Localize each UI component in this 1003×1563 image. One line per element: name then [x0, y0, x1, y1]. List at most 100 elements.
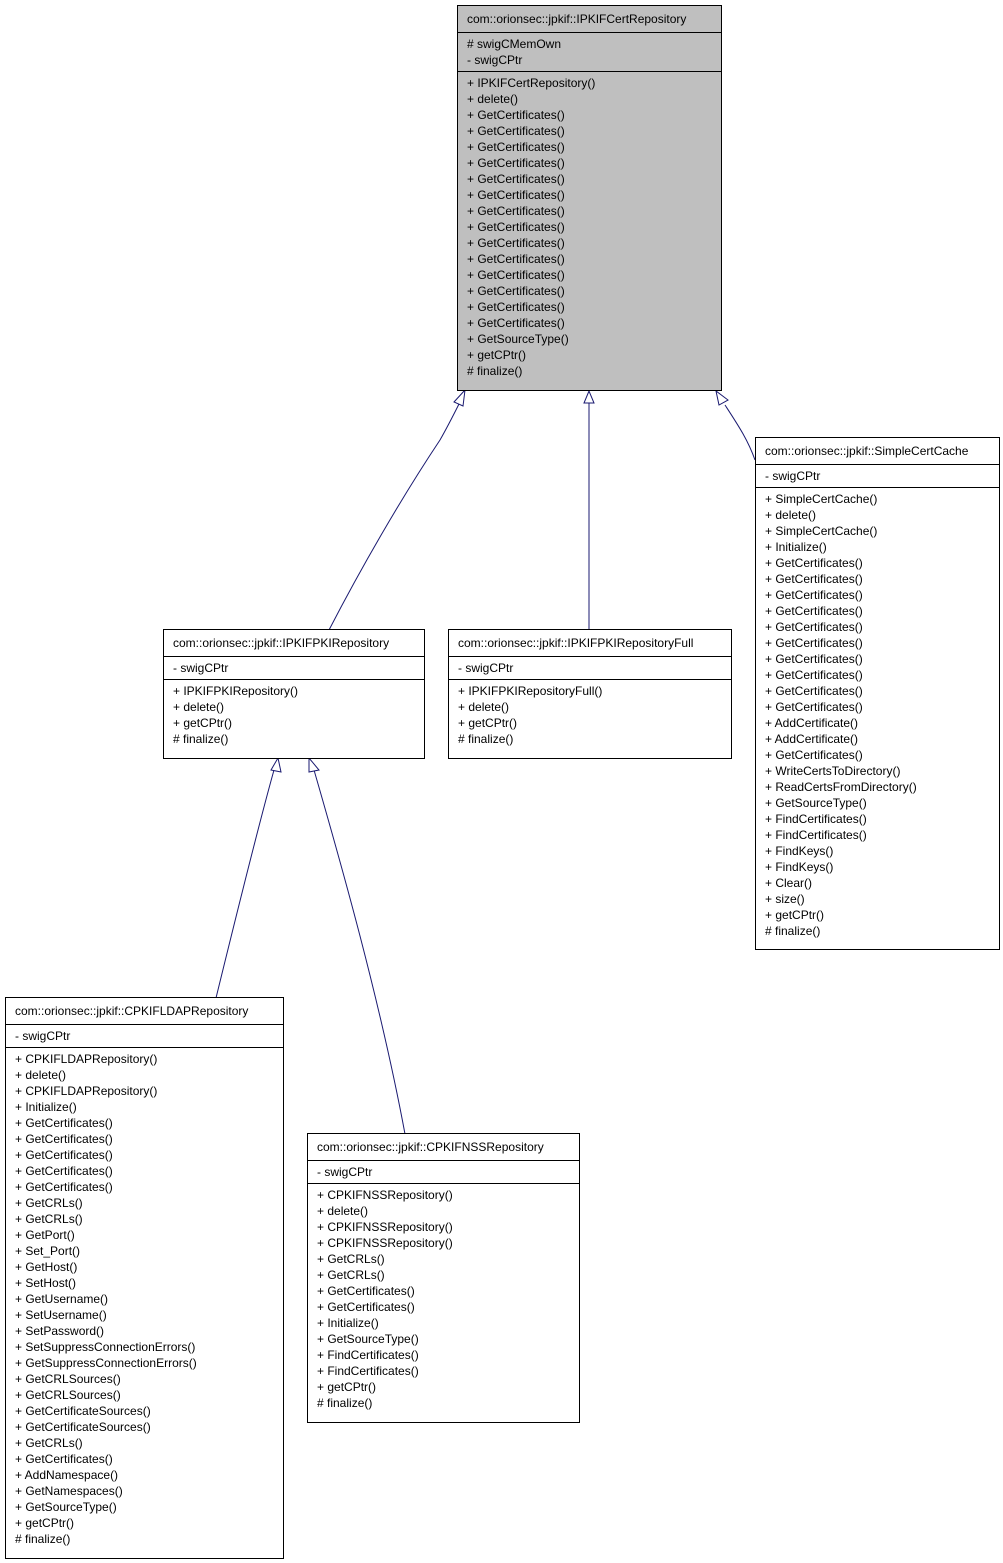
- class-name: com::orionsec::jpkif::CPKIFLDAPRepositor…: [6, 998, 283, 1025]
- operation-row: + AddCertificate(): [765, 716, 859, 730]
- operation-row: + GetUsername(): [15, 1292, 109, 1306]
- operation-row: + SetUsername(): [15, 1308, 107, 1322]
- operation-row: + SetPassword(): [15, 1324, 105, 1338]
- operation-row: + IPKIFCertRepository(): [467, 76, 596, 90]
- operation-row: + GetCertificates(): [467, 156, 565, 170]
- operation-row: + GetCertificates(): [467, 108, 565, 122]
- operation-row: + GetCertificates(): [765, 700, 863, 714]
- class-box-cpkifnssrepository[interactable]: com::orionsec::jpkif::CPKIFNSSRepository…: [307, 1133, 580, 1423]
- operation-row: + GetSourceType(): [317, 1332, 419, 1346]
- attribute-row: # swigCMemOwn: [467, 37, 562, 51]
- operation-row: + GetCertificates(): [317, 1284, 415, 1298]
- operation-row: + Initialize(): [317, 1316, 379, 1330]
- operation-row: # finalize(): [173, 732, 229, 746]
- operation-row: + SimpleCertCache(): [765, 524, 878, 538]
- operation-row: + GetCertificates(): [765, 620, 863, 634]
- operation-row: + GetCertificates(): [15, 1148, 113, 1162]
- operation-row: + Initialize(): [765, 540, 827, 554]
- operations-section: + IPKIFPKIRepository() + delete() + getCPt…: [164, 680, 424, 753]
- attributes-section: - swigCPtr: [756, 465, 999, 488]
- operation-row: + GetCertificates(): [765, 652, 863, 666]
- operation-row: + GetCertificates(): [765, 604, 863, 618]
- operation-row: + GetCertificates(): [765, 556, 863, 570]
- operation-row: + GetCertificates(): [467, 252, 565, 266]
- operation-row: + ReadCertsFromDirectory(): [765, 780, 917, 794]
- operation-row: + delete(): [467, 92, 519, 106]
- operation-row: + CPKIFLDAPRepository(): [15, 1052, 158, 1066]
- operation-row: # finalize(): [458, 732, 514, 746]
- operation-row: + GetCertificates(): [467, 172, 565, 186]
- attribute-row: - swigCPtr: [765, 469, 821, 483]
- operation-row: + GetSourceType(): [765, 796, 867, 810]
- operation-row: + delete(): [173, 700, 225, 714]
- operation-row: + GetCertificates(): [467, 316, 565, 330]
- operation-row: + IPKIFPKIRepositoryFull(): [458, 684, 603, 698]
- operation-row: + GetCertificates(): [467, 220, 565, 234]
- operation-row: + GetPort(): [15, 1228, 75, 1242]
- operation-row: + Clear(): [765, 876, 813, 890]
- operation-row: + GetNamespaces(): [15, 1484, 123, 1498]
- operation-row: + GetCertificates(): [15, 1132, 113, 1146]
- operation-row: + GetCertificates(): [15, 1164, 113, 1178]
- operation-row: + GetCertificates(): [467, 268, 565, 282]
- operation-row: + GetSuppressConnectionErrors(): [15, 1356, 197, 1370]
- operation-row: + CPKIFLDAPRepository(): [15, 1084, 158, 1098]
- operation-row: + GetCertificates(): [765, 588, 863, 602]
- operation-row: + GetCertificates(): [15, 1180, 113, 1194]
- arrowhead-simple-cache: [715, 389, 729, 406]
- operation-row: + GetCRLs(): [317, 1252, 385, 1266]
- attributes-section: # swigCMemOwn - swigCPtr: [458, 33, 721, 72]
- operation-row: + getCPtr(): [765, 908, 825, 922]
- edge-pki-repo-to-cert-repo: [328, 401, 461, 631]
- operation-row: + GetSourceType(): [467, 332, 569, 346]
- operation-row: + GetCRLs(): [15, 1212, 83, 1226]
- class-name: com::orionsec::jpkif::CPKIFNSSRepository: [308, 1134, 579, 1161]
- attributes-section: - swigCPtr: [164, 657, 424, 680]
- operation-row: + getCPtr(): [317, 1380, 377, 1394]
- operation-row: + GetCertificates(): [467, 236, 565, 250]
- operation-row: + GetCertificates(): [467, 140, 565, 154]
- operation-row: + CPKIFNSSRepository(): [317, 1236, 453, 1250]
- operations-section: + CPKIFNSSRepository() + delete() + CPKIFN…: [308, 1184, 579, 1417]
- operation-row: + GetCRLs(): [317, 1268, 385, 1282]
- edge-nss-repo-to-pki-repo: [313, 769, 406, 1135]
- operation-row: + SetSuppressConnectionErrors(): [15, 1340, 196, 1354]
- operation-row: # finalize(): [317, 1396, 373, 1410]
- class-box-cpkifldaprepository[interactable]: com::orionsec::jpkif::CPKIFLDAPRepositor…: [5, 997, 284, 1559]
- operation-row: + AddCertificate(): [765, 732, 859, 746]
- operation-row: + GetCertificates(): [467, 124, 565, 138]
- edge-simple-cache-to-cert-repo: [724, 404, 756, 461]
- operation-row: # finalize(): [467, 364, 523, 378]
- attributes-section: - swigCPtr: [449, 657, 731, 680]
- operation-row: + GetCertificateSources(): [15, 1404, 151, 1418]
- operation-row: + size(): [765, 892, 805, 906]
- class-box-ipkifpkirepositoryfull[interactable]: com::orionsec::jpkif::IPKIFPKIRepository…: [448, 629, 732, 759]
- operations-section: + SimpleCertCache() + delete() + SimpleCer…: [756, 488, 999, 945]
- class-name: com::orionsec::jpkif::IPKIFCertRepositor…: [458, 6, 721, 33]
- arrowhead-ldap-repo: [270, 756, 282, 773]
- operation-row: + Set_Port(): [15, 1244, 81, 1258]
- operation-row: + SetHost(): [15, 1276, 77, 1290]
- operation-row: + GetCertificates(): [467, 300, 565, 314]
- operation-row: + GetCertificates(): [765, 572, 863, 586]
- operation-row: # finalize(): [15, 1532, 71, 1546]
- operation-row: + CPKIFNSSRepository(): [317, 1188, 453, 1202]
- operation-row: + getCPtr(): [458, 716, 518, 730]
- operation-row: + AddNamespace(): [15, 1468, 119, 1482]
- class-box-simplecertcache[interactable]: com::orionsec::jpkif::SimpleCertCache - s…: [755, 437, 1000, 950]
- operation-row: + Initialize(): [15, 1100, 77, 1114]
- class-name: com::orionsec::jpkif::IPKIFPKIRepository: [164, 630, 424, 657]
- operation-row: + GetCertificates(): [765, 636, 863, 650]
- operation-row: + GetCRLs(): [15, 1196, 83, 1210]
- operation-row: + getCPtr(): [467, 348, 527, 362]
- operation-row: + getCPtr(): [173, 716, 233, 730]
- operation-row: + GetCertificates(): [15, 1116, 113, 1130]
- class-box-ipkifcertrepository[interactable]: com::orionsec::jpkif::IPKIFCertRepositor…: [457, 5, 722, 391]
- attribute-row: - swigCPtr: [467, 53, 523, 67]
- operation-row: + GetCertificates(): [467, 204, 565, 218]
- operation-row: + GetCertificates(): [765, 748, 863, 762]
- operation-row: + GetSourceType(): [15, 1500, 117, 1514]
- class-box-ipkifpkirepository[interactable]: com::orionsec::jpkif::IPKIFPKIRepository…: [163, 629, 425, 759]
- operation-row: + GetHost(): [15, 1260, 78, 1274]
- operation-row: + WriteCertsToDirectory(): [765, 764, 901, 778]
